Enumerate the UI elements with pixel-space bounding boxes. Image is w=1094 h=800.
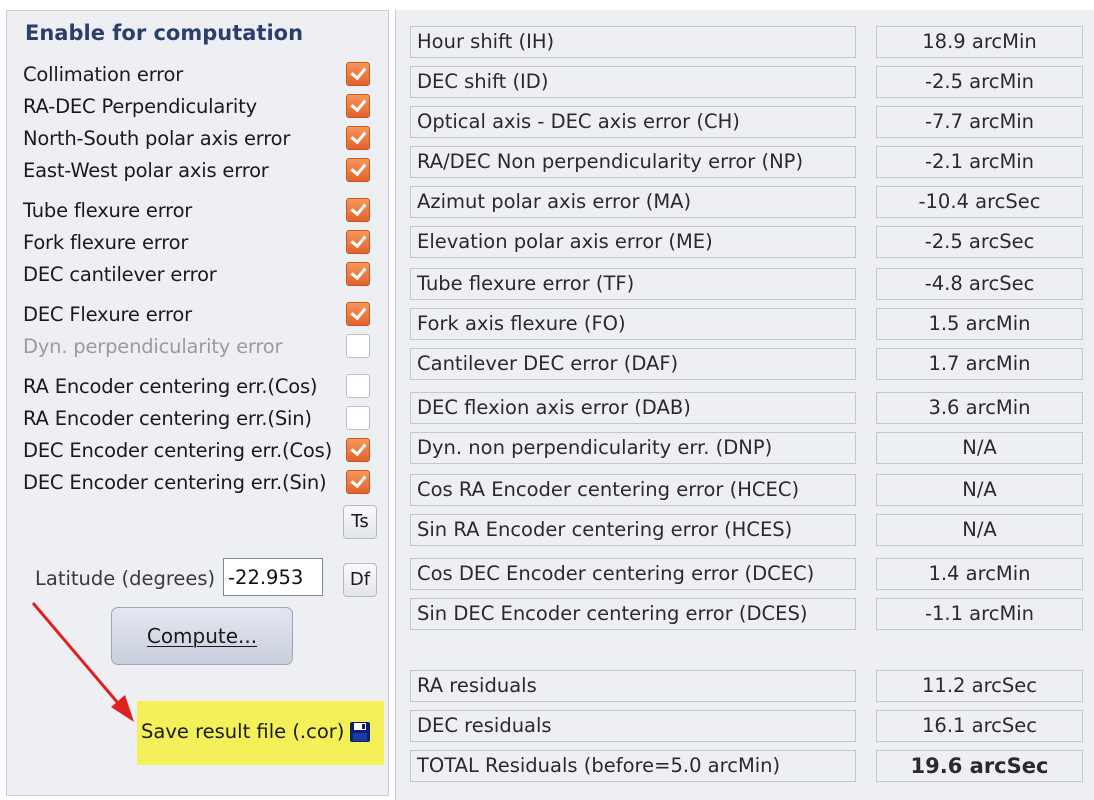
option-dec-flexure[interactable]: DEC Flexure error [23, 301, 383, 331]
result-value: 1.7 arcMin [876, 348, 1083, 380]
result-value: -2.1 arcMin [876, 146, 1083, 178]
result-value: -2.5 arcSec [876, 226, 1083, 258]
save-result-label: Save result file (.cor) [141, 720, 345, 743]
total-residual-label: TOTAL Residuals (before=5.0 arcMin) [410, 750, 856, 782]
result-label: Fork axis flexure (FO) [410, 308, 856, 340]
result-label: Optical axis - DEC axis error (CH) [410, 106, 856, 138]
result-value: N/A [876, 514, 1083, 546]
result-value: N/A [876, 432, 1083, 464]
option-checkbox[interactable] [346, 62, 370, 86]
option-dec-cantilever[interactable]: DEC cantilever error [23, 261, 383, 291]
option-north-south-polar-axis[interactable]: North-South polar axis error [23, 125, 383, 155]
option-label: Dyn. perpendicularity error [23, 335, 283, 358]
result-label: Elevation polar axis error (ME) [410, 226, 856, 258]
option-checkbox [346, 334, 370, 358]
option-east-west-polar-axis[interactable]: East-West polar axis error [23, 157, 383, 187]
option-checkbox[interactable] [346, 158, 370, 182]
result-label: Cantilever DEC error (DAF) [410, 348, 856, 380]
options-heading: Enable for computation [25, 21, 304, 45]
results-panel: Hour shift (IH) 18.9 arcMin DEC shift (I… [395, 10, 1094, 800]
result-label: Hour shift (IH) [410, 26, 856, 58]
result-value: 1.5 arcMin [876, 308, 1083, 340]
option-checkbox[interactable] [346, 470, 370, 494]
residual-label: DEC residuals [410, 710, 856, 742]
latitude-input[interactable] [223, 558, 323, 596]
option-tube-flexure[interactable]: Tube flexure error [23, 197, 383, 227]
option-label: Fork flexure error [23, 231, 189, 254]
option-label: North-South polar axis error [23, 127, 291, 150]
df-button[interactable]: Df [343, 563, 377, 597]
option-label: DEC Encoder centering err.(Sin) [23, 471, 327, 494]
latitude-label: Latitude (degrees) : [35, 567, 228, 590]
option-label: DEC Encoder centering err.(Cos) [23, 439, 332, 462]
result-label: Cos RA Encoder centering error (HCEC) [410, 474, 856, 506]
option-dec-encoder-sin[interactable]: DEC Encoder centering err.(Sin) [23, 469, 383, 499]
option-dec-encoder-cos[interactable]: DEC Encoder centering err.(Cos) [23, 437, 383, 467]
result-label: Tube flexure error (TF) [410, 268, 856, 300]
option-dyn-perpendicularity: Dyn. perpendicularity error [23, 333, 383, 363]
option-label: East-West polar axis error [23, 159, 269, 182]
result-label: Sin RA Encoder centering error (HCES) [410, 514, 856, 546]
option-collimation-error[interactable]: Collimation error [23, 61, 383, 91]
floppy-disk-icon[interactable] [349, 721, 371, 743]
option-label: DEC cantilever error [23, 263, 217, 286]
result-label: Azimut polar axis error (MA) [410, 186, 856, 218]
option-checkbox[interactable] [346, 374, 370, 398]
result-label: Dyn. non perpendicularity err. (DNP) [410, 432, 856, 464]
compute-button[interactable]: Compute... [111, 607, 293, 665]
option-label: RA Encoder centering err.(Cos) [23, 375, 318, 398]
option-label: Tube flexure error [23, 199, 193, 222]
result-value: -7.7 arcMin [876, 106, 1083, 138]
computation-options-panel: Enable for computation Collimation error… [6, 10, 389, 796]
result-label: Sin DEC Encoder centering error (DCES) [410, 598, 856, 630]
option-checkbox[interactable] [346, 438, 370, 462]
result-value: -4.8 arcSec [876, 268, 1083, 300]
result-label: RA/DEC Non perpendicularity error (NP) [410, 146, 856, 178]
option-checkbox[interactable] [346, 126, 370, 150]
result-value: -2.5 arcMin [876, 66, 1083, 98]
option-checkbox[interactable] [346, 198, 370, 222]
option-label: RA Encoder centering err.(Sin) [23, 407, 312, 430]
residual-value: 11.2 arcSec [876, 670, 1083, 702]
option-fork-flexure[interactable]: Fork flexure error [23, 229, 383, 259]
result-value: N/A [876, 474, 1083, 506]
ts-button[interactable]: Ts [343, 505, 377, 539]
result-value: 3.6 arcMin [876, 392, 1083, 424]
result-value: -10.4 arcSec [876, 186, 1083, 218]
option-checkbox[interactable] [346, 406, 370, 430]
option-ra-dec-perpendicularity[interactable]: RA-DEC Perpendicularity [23, 93, 383, 123]
result-value: 18.9 arcMin [876, 26, 1083, 58]
option-checkbox[interactable] [346, 94, 370, 118]
result-value: 1.4 arcMin [876, 558, 1083, 590]
option-checkbox[interactable] [346, 302, 370, 326]
option-label: DEC Flexure error [23, 303, 192, 326]
save-result-file[interactable]: Save result file (.cor) [137, 701, 384, 765]
result-value: -1.1 arcMin [876, 598, 1083, 630]
option-checkbox[interactable] [346, 230, 370, 254]
total-residual-value: 19.6 arcSec [876, 750, 1083, 782]
option-ra-encoder-sin[interactable]: RA Encoder centering err.(Sin) [23, 405, 383, 435]
result-label: Cos DEC Encoder centering error (DCEC) [410, 558, 856, 590]
result-label: DEC shift (ID) [410, 66, 856, 98]
result-label: DEC flexion axis error (DAB) [410, 392, 856, 424]
option-checkbox[interactable] [346, 262, 370, 286]
residual-value: 16.1 arcSec [876, 710, 1083, 742]
option-label: Collimation error [23, 63, 184, 86]
option-label: RA-DEC Perpendicularity [23, 95, 257, 118]
option-ra-encoder-cos[interactable]: RA Encoder centering err.(Cos) [23, 373, 383, 403]
residual-label: RA residuals [410, 670, 856, 702]
